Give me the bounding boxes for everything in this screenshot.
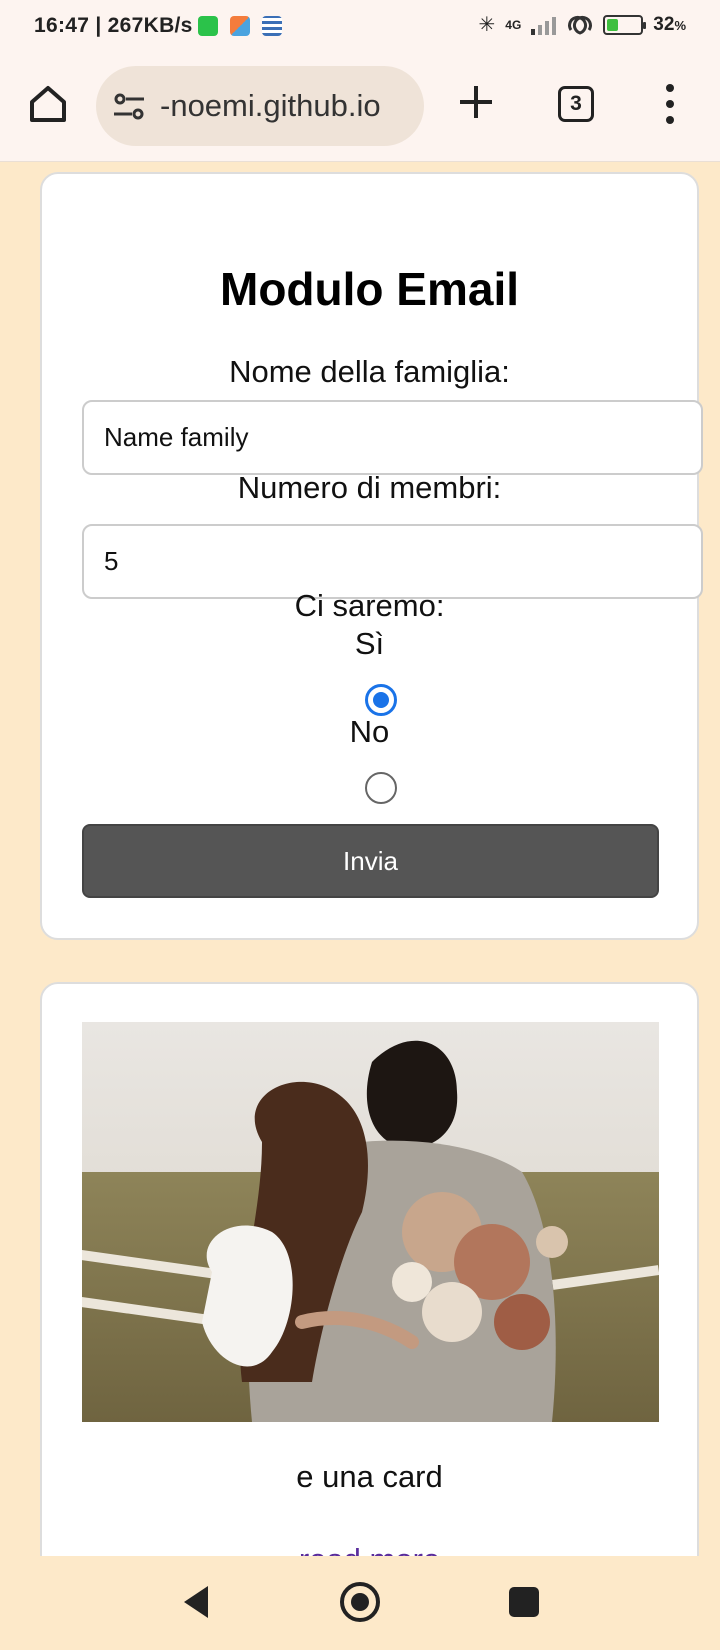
- form-title: Modulo Email: [220, 263, 519, 315]
- battery-icon: [603, 14, 647, 35]
- new-tab-icon[interactable]: [454, 80, 498, 124]
- back-icon[interactable]: [180, 1584, 210, 1620]
- option-yes-label: Sì: [354, 626, 385, 661]
- home-nav-icon[interactable]: [340, 1582, 380, 1622]
- option-yes-radio[interactable]: [365, 684, 397, 716]
- notification-icons: [198, 16, 282, 36]
- status-bar: 16:47 | 267KB/s ✳ 4G 32%: [0, 0, 720, 52]
- email-form-card: Modulo Email Nome della famiglia: Numero…: [40, 172, 703, 940]
- home-icon[interactable]: [26, 82, 70, 126]
- family-name-label: Nome della famiglia:: [229, 354, 510, 389]
- whatsapp-icon: [198, 16, 218, 36]
- browser-toolbar: ​-noemi.github.io 3: [0, 52, 720, 162]
- battery-percent: 32%: [653, 13, 686, 35]
- signal-icon: [531, 16, 557, 35]
- couple-photo: [82, 1022, 659, 1422]
- option-no-label: No: [349, 714, 390, 749]
- system-nav-bar: [0, 1556, 720, 1650]
- option-no-radio[interactable]: [365, 772, 397, 804]
- app-notification-icon: [262, 16, 282, 36]
- url-text[interactable]: ​-noemi.github.io: [160, 88, 415, 124]
- bluetooth-icon: ✳: [478, 14, 496, 36]
- card-text: e una card: [296, 1459, 443, 1494]
- tab-switcher-button[interactable]: 3: [558, 86, 594, 122]
- submit-button[interactable]: Invia: [82, 824, 659, 898]
- hotspot-icon: [568, 15, 593, 35]
- family-name-input[interactable]: [82, 400, 703, 475]
- recents-icon[interactable]: [509, 1587, 539, 1617]
- more-menu-icon[interactable]: [660, 82, 680, 126]
- app-notification-icon: [230, 16, 250, 36]
- site-settings-icon[interactable]: [112, 90, 146, 124]
- battery-level: [607, 18, 619, 31]
- image-card: e una card read more: [40, 982, 699, 1650]
- attendance-label: Ci saremo:: [294, 588, 445, 623]
- status-time: 16:47 | 267KB/s: [34, 14, 193, 37]
- address-bar[interactable]: ​-noemi.github.io: [96, 66, 424, 146]
- network-type: 4G: [505, 17, 522, 32]
- members-label: Numero di membri:: [237, 470, 502, 505]
- status-indicators: ✳ 4G 32%: [479, 12, 686, 37]
